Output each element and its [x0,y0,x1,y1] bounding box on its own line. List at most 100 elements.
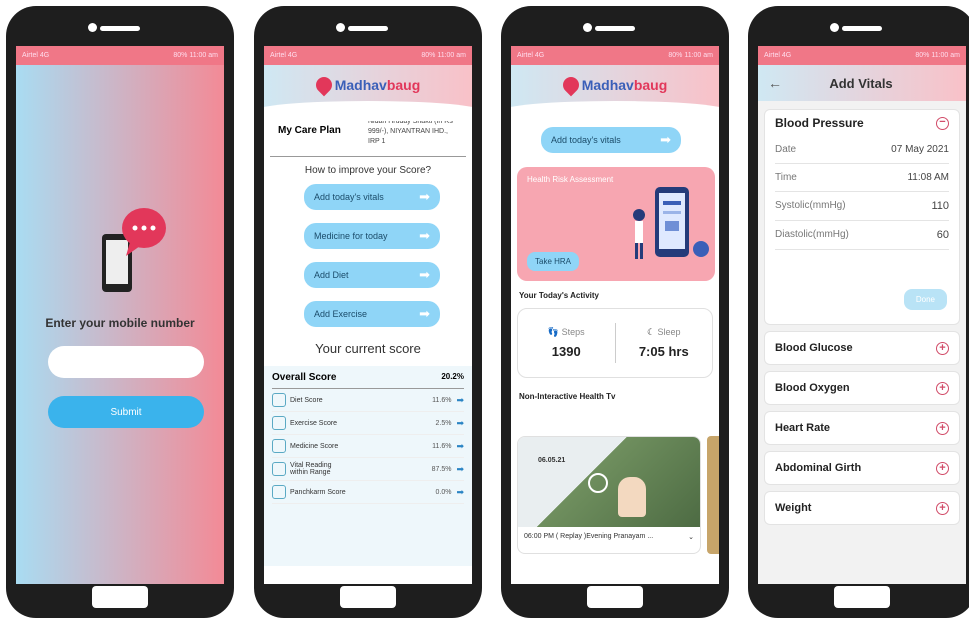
status-right: 80% 11:00 am [173,52,218,59]
row-value: 07 May 2021 [891,144,949,155]
overall-label: Overall Score [272,372,337,384]
section-blood-glucose[interactable]: Blood Glucose + [764,331,960,365]
time-row[interactable]: Time 11:08 AM [775,164,949,192]
submit-button[interactable]: Submit [48,396,204,428]
footsteps-icon: 👣 [547,327,560,337]
exercise-icon [272,416,286,431]
title-bar: ← Add Vitals [758,65,966,101]
care-plan-label: My Care Plan [278,125,341,136]
score-row-panchkarm[interactable]: Panchkarm Score 0.0% ➡ [272,481,464,505]
done-button[interactable]: Done [903,289,947,310]
steps-value: 1390 [551,344,581,359]
score-name: Medicine Score [290,442,339,450]
status-bar: Airtel 4G 80% 11:00 am [264,46,472,65]
home-button[interactable] [92,586,148,608]
score-row-medicine[interactable]: Medicine Score 11.6% ➡ [272,435,464,459]
add-exercise-button[interactable]: Add Exercise ➡ [304,301,440,328]
tv-date: 06.05.21 [538,457,566,464]
minus-circle-icon[interactable]: − [936,116,949,130]
hra-illustration [625,185,715,272]
medicine-button[interactable]: Medicine for today ➡ [304,223,440,250]
home-button[interactable] [340,586,396,608]
score-row-diet[interactable]: Diet Score 11.6% ➡ [272,389,464,413]
systolic-row[interactable]: Systolic(mmHg) 110 [775,192,949,221]
mobile-prompt: Enter your mobile number [45,316,195,330]
hra-card[interactable]: Health Risk Assessment Take HRA [517,167,715,281]
section-label: Heart Rate [775,422,831,434]
tv-caption-row: 06:00 PM ( Replay )Evening Pranayam ... ⌄ [518,527,700,547]
section-label: Blood Glucose [775,342,853,354]
home-button[interactable] [834,586,890,608]
overall-score-row: Overall Score 20.2% [272,372,464,390]
yoga-figure [618,477,646,517]
mobile-number-input[interactable] [48,346,204,378]
plus-circle-icon: + [936,461,949,475]
status-right: 80% 11:00 am [915,52,960,59]
speaker-slot [842,26,882,31]
score-name: Exercise Score [290,419,338,427]
add-vitals-button[interactable]: Add today's vitals ➡ [541,127,681,153]
camera-dot [583,23,592,32]
date-row[interactable]: Date 07 May 2021 [775,136,949,164]
activity-card: 👣 Steps 1390 ☾ Sleep 7:05 hrs [517,308,713,378]
brand-logo: Madhavbaug [559,73,667,97]
row-label: Diastolic(mmHg) [775,229,849,240]
status-left: Airtel 4G [517,52,545,59]
score-row-vitals[interactable]: Vital Reading within Range 87.5% ➡ [272,458,464,482]
take-hra-button[interactable]: Take HRA [527,252,580,271]
action-label: Add today's vitals [314,192,384,203]
plus-circle-icon: + [936,381,949,395]
section-heart-rate[interactable]: Heart Rate + [764,411,960,445]
score-row-exercise[interactable]: Exercise Score 2.5% ➡ [272,412,464,436]
take-hra-label: Take HRA [535,257,572,266]
brand-name-a: Madhav [581,77,634,93]
section-weight[interactable]: Weight + [764,491,960,525]
arrow-right-icon: ➡ [456,417,464,428]
improve-title: How to improve your Score? [304,165,432,177]
speaker-slot [100,26,140,31]
phone-frame-care-plan: Airtel 4G 80% 11:00 am Madhavbaug My Care… [254,6,482,618]
arrow-right-icon: ➡ [419,189,430,205]
vitals-label: Add today's vitals [551,135,621,145]
overall-value: 20.2% [441,372,464,382]
tv-card-next[interactable] [707,436,719,554]
bp-header: Blood Pressure − [775,116,949,136]
sleep-value: 7:05 hrs [638,344,689,359]
section-abdominal-girth[interactable]: Abdominal Girth + [764,451,960,485]
brand-name-b: baug [386,77,421,93]
score-value: 11.6% [432,396,452,404]
arrow-right-icon: ➡ [456,486,464,497]
chevron-down-icon: ⌄ [688,534,694,541]
activity-title: Your Today's Activity [519,291,599,300]
status-bar: Airtel 4G 80% 11:00 am [511,46,719,65]
diastolic-row[interactable]: Diastolic(mmHg) 60 [775,221,949,250]
row-label: Time [775,172,797,183]
back-arrow-icon[interactable]: ← [768,75,782,91]
section-blood-oxygen[interactable]: Blood Oxygen + [764,371,960,405]
score-value: 11.6% [432,442,452,450]
plus-circle-icon: + [936,341,949,355]
score-value: 2.5% [435,419,452,427]
section-label: Abdominal Girth [775,462,862,474]
done-label: Done [915,295,935,304]
score-value: 0.0% [435,488,452,496]
camera-dot [336,23,345,32]
panchkarm-icon [272,485,286,500]
heart-icon [312,73,336,97]
plus-circle-icon: + [936,501,949,515]
status-bar: Airtel 4G 80% 11:00 am [758,46,966,65]
score-panel: Overall Score 20.2% Diet Score 11.6% ➡ Exer… [264,366,472,567]
header-banner: Madhavbaug [511,65,719,121]
add-vitals-screen: Airtel 4G 80% 11:00 am ← Add Vitals Blood… [758,46,966,584]
home-button[interactable] [587,586,643,608]
add-vitals-button[interactable]: Add today's vitals ➡ [304,184,440,211]
dashboard-screen: Airtel 4G 80% 11:00 am Madhavbaug Add tod… [511,46,719,584]
add-diet-button[interactable]: Add Diet ➡ [304,262,440,289]
row-label: Systolic(mmHg) [775,200,846,211]
score-name: Vital Reading within Range [290,462,332,477]
tv-card[interactable]: 06.05.21 06:00 PM ( Replay )Evening Pran… [517,436,701,554]
diet-icon [272,393,286,408]
action-label: Add Diet [314,270,349,281]
row-value: 110 [931,200,949,212]
hra-title: Health Risk Assessment [527,175,614,184]
